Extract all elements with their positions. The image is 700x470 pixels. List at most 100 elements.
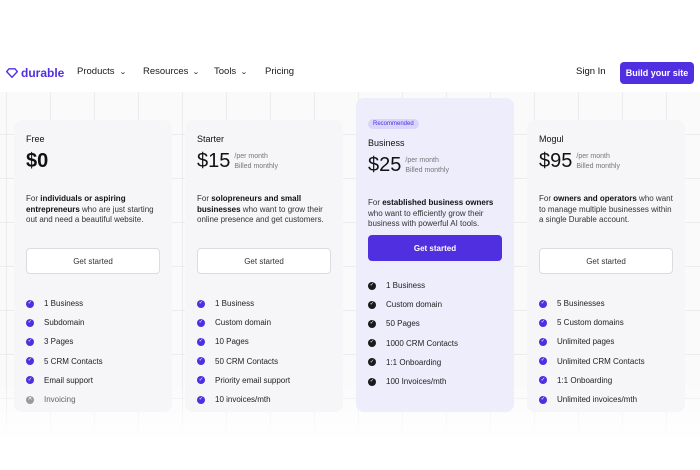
billing-note: Billed monthly (405, 167, 449, 174)
feature-text: 50 Pages (386, 319, 420, 329)
get-started-button[interactable]: Get started (368, 235, 502, 261)
feature-text: 50 CRM Contacts (215, 356, 279, 366)
feature-item: ✓ 50 Pages (368, 314, 502, 333)
feature-list: ✓ 1 Business ✓ Subdomain ✓ 3 Pages ✓ 5 CRM C… (26, 294, 160, 409)
price-period: /per month (576, 153, 610, 160)
build-your-site-button[interactable]: Build your site (620, 62, 694, 84)
plan-price: $95 (539, 150, 573, 172)
chevron-down-icon: ⌄ (240, 68, 248, 76)
check-icon: ✓ (368, 300, 376, 309)
check-icon: ✓ (26, 337, 34, 346)
check-icon: ✓ (197, 337, 205, 346)
feature-text: 3 Pages (44, 337, 74, 347)
feature-list: ✓ 5 Businesses ✓ 5 Custom domains ✓ Unlimit… (539, 294, 673, 409)
check-icon: ✓ (197, 318, 205, 327)
check-icon: ✓ (26, 357, 34, 366)
menu-pricing-label: Pricing (265, 66, 295, 77)
desc-prefix: For (26, 194, 41, 203)
price-row: $95 /per month Billed monthly (539, 150, 673, 178)
feature-text: Email support (44, 375, 93, 385)
feature-item: ✓ Unlimited invoices/mth (539, 390, 673, 409)
feature-item: ✓ 100 Invoices/mth (368, 372, 502, 391)
feature-text: 100 Invoices/mth (386, 377, 447, 387)
feature-text: Priority email support (215, 375, 291, 385)
feature-item: ✓ 3 Pages (26, 332, 160, 351)
feature-item: ✓ 50 CRM Contacts (197, 352, 331, 371)
plan-price: $15 (197, 150, 231, 172)
feature-text: 5 Businesses (557, 299, 605, 309)
desc-prefix: For (197, 194, 212, 203)
check-icon: ✓ (539, 357, 547, 366)
menu-resources[interactable]: Resources ⌄ (143, 66, 214, 77)
billing-note: Billed monthly (576, 163, 620, 170)
feature-text: 1 Business (44, 299, 84, 309)
chevron-down-icon: ⌄ (192, 68, 201, 76)
feature-text: 5 CRM Contacts (44, 356, 103, 366)
plan-name: Business (368, 138, 405, 148)
feature-text: 1 Business (386, 281, 426, 291)
check-icon: ✓ (26, 318, 34, 327)
desc-prefix: For (368, 198, 383, 207)
feature-text: 1:1 Onboarding (386, 357, 442, 367)
check-icon: ✓ (26, 299, 34, 308)
feature-item: ✓ Priority email support (197, 371, 331, 390)
get-started-button[interactable]: Get started (26, 248, 160, 274)
feature-item: ✓ 5 Custom domains (539, 313, 673, 332)
feature-item: ✓ 1 Business (197, 294, 331, 313)
price-meta: /per month Billed monthly (234, 152, 278, 172)
price-period: /per month (405, 157, 439, 164)
feature-text: 5 Custom domains (557, 318, 624, 328)
plan-card-free: Free $0 For individuals or aspiring entr… (14, 120, 172, 412)
feature-text: Custom domain (386, 300, 443, 310)
feature-item: ✓ 5 Businesses (539, 294, 673, 313)
desc-highlight: established business owners (382, 198, 494, 207)
feature-item-unavailable: ✕ Invoicing (26, 390, 160, 409)
brand-name: durable (21, 66, 65, 80)
feature-item: ✓ Custom domain (197, 313, 331, 332)
recommended-badge: Recommended (368, 119, 419, 129)
x-icon: ✕ (26, 395, 34, 404)
menu-products[interactable]: Products ⌄ (77, 66, 143, 77)
feature-text: 1 Business (215, 299, 255, 309)
feature-item: ✓ Custom domain (368, 295, 502, 314)
feature-text: Unlimited pages (557, 337, 615, 347)
desc-prefix: For (539, 194, 554, 203)
feature-item: ✓ 10 invoices/mth (197, 390, 331, 409)
get-started-button[interactable]: Get started (197, 248, 331, 274)
feature-item: ✓ 10 Pages (197, 332, 331, 351)
brand-logo[interactable]: durable (6, 66, 64, 80)
feature-text: 1:1 Onboarding (557, 375, 613, 385)
feature-item: ✓ 1:1 Onboarding (539, 371, 673, 390)
menu-resources-label: Resources (143, 66, 189, 77)
feature-text: Unlimited CRM Contacts (557, 356, 645, 366)
check-icon: ✓ (368, 377, 376, 386)
plan-price: $25 (368, 154, 402, 176)
feature-text: Unlimited invoices/mth (557, 395, 638, 405)
menu-pricing[interactable]: Pricing (265, 66, 294, 77)
feature-item: ✓ 1 Business (368, 276, 502, 295)
menu-tools-label: Tools (214, 66, 237, 77)
feature-item: ✓ 1 Business (26, 294, 160, 313)
price-meta: /per month Billed monthly (405, 156, 449, 176)
check-icon: ✓ (368, 281, 376, 290)
feature-text: Subdomain (44, 318, 85, 328)
top-navigation: durable Products ⌄ Resources ⌄ Tools ⌄ P… (0, 54, 700, 92)
sign-in-link[interactable]: Sign In (576, 66, 606, 77)
plan-description: For individuals or aspiring entrepreneur… (26, 194, 160, 240)
plan-name: Mogul (539, 134, 564, 144)
check-icon: ✓ (368, 339, 376, 348)
plan-card-starter: Starter $15 /per month Billed monthly Fo… (185, 120, 343, 412)
plan-description: For solopreneurs and small businesses wh… (197, 194, 331, 240)
check-icon: ✓ (539, 395, 547, 404)
get-started-button[interactable]: Get started (539, 248, 673, 274)
main-menu: Products ⌄ Resources ⌄ Tools ⌄ Pricing (77, 66, 294, 77)
billing-note: Billed monthly (234, 163, 278, 170)
price-period: /per month (234, 153, 268, 160)
menu-products-label: Products (77, 66, 115, 77)
check-icon: ✓ (368, 319, 376, 328)
menu-tools[interactable]: Tools ⌄ (214, 66, 265, 77)
feature-text: Custom domain (215, 318, 272, 328)
check-icon: ✓ (539, 318, 547, 327)
check-icon: ✓ (539, 376, 547, 385)
price-row: $0 (26, 150, 160, 178)
